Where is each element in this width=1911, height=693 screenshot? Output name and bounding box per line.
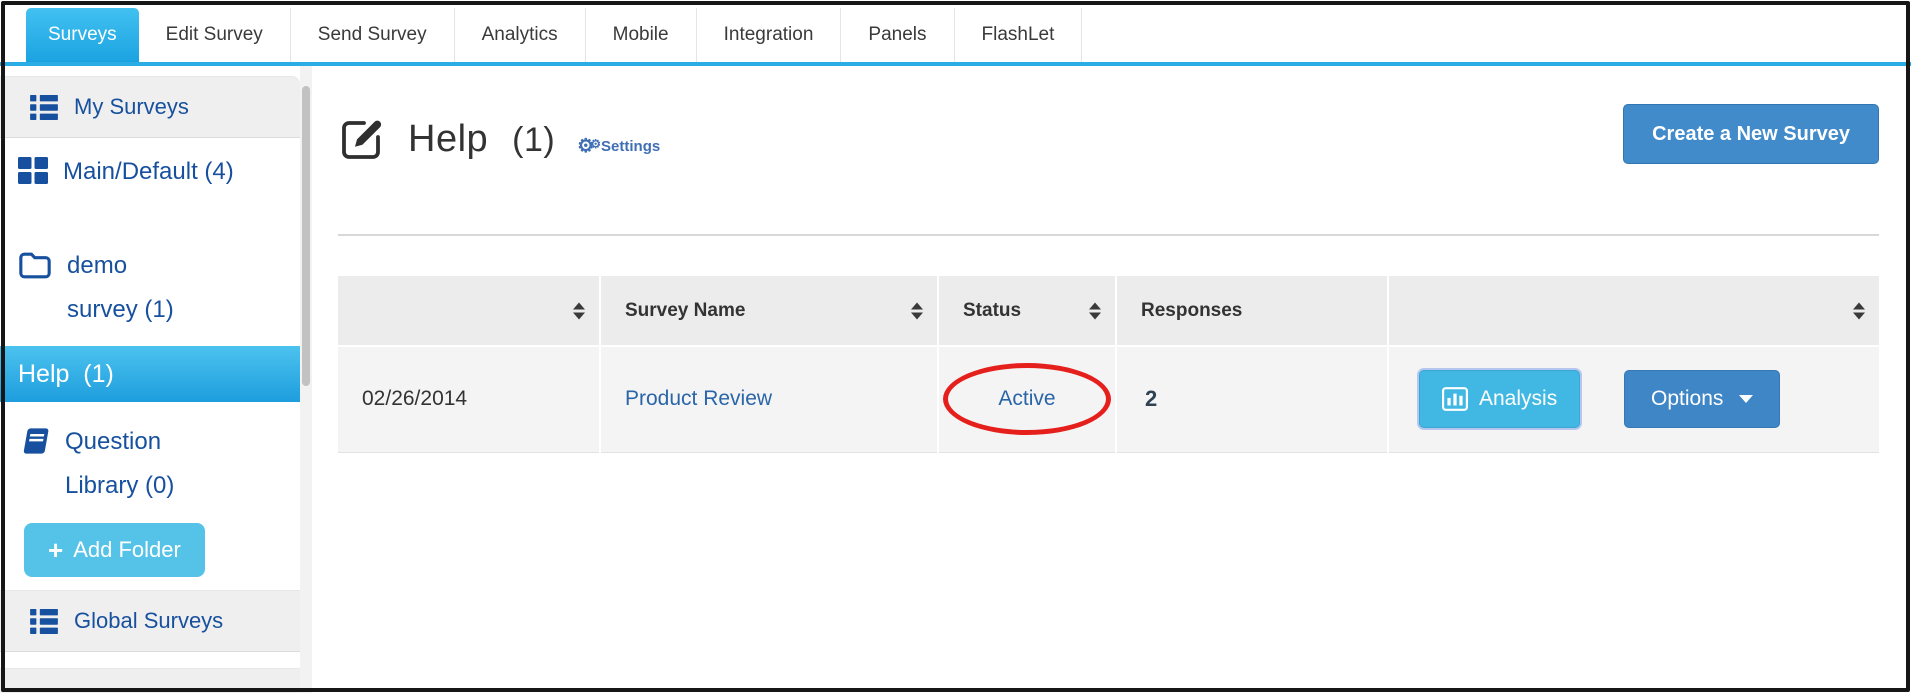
sidebar-item-global-surveys[interactable]: Global Surveys [0,590,300,652]
sort-arrows-icon[interactable] [1089,302,1101,319]
column-header-responses[interactable]: Responses [1115,276,1388,346]
list-icon [30,94,58,120]
column-header-survey-name[interactable]: Survey Name [599,276,938,346]
sidebar-item-label: My Surveys [74,94,189,119]
grid-icon [18,157,48,184]
column-header-label: Responses [1141,299,1243,321]
settings-link[interactable]: Settings [577,137,660,156]
sidebar-item-label: Question Library (0) [65,428,175,499]
tab-edit-survey[interactable]: Edit Survey [139,8,291,62]
sidebar-item-demo-survey[interactable]: demo survey (1) [0,244,300,332]
tab-panels[interactable]: Panels [841,8,955,62]
sort-arrows-icon[interactable] [573,302,585,319]
sidebar-item-my-surveys[interactable]: My Surveys [0,76,300,138]
page-title-count: (1) [512,120,556,159]
column-header-status[interactable]: Status [937,276,1116,346]
book-icon [23,428,49,454]
tab-send-survey[interactable]: Send Survey [291,8,455,62]
column-header-label: Status [963,299,1022,321]
edit-icon [342,120,382,159]
surveys-table: Survey Name Status Responses 02/26/2014 … [338,276,1879,453]
actions-cell: Analysis Options [1387,345,1879,453]
survey-name-link[interactable]: Product Review [625,387,772,410]
column-header-actions[interactable] [1387,276,1879,346]
top-navigation: Surveys Edit Survey Send Survey Analytic… [0,0,1911,62]
create-new-survey-button[interactable]: Create a New Survey [1623,104,1879,164]
status-link[interactable]: Active [998,387,1055,410]
options-label: Options [1651,387,1724,411]
bar-chart-icon [1442,387,1468,412]
sidebar-item-label: demo survey (1) [67,252,174,323]
sidebar-item-label: Help (1) [18,359,114,388]
tab-integration[interactable]: Integration [697,8,842,62]
tab-analytics[interactable]: Analytics [455,8,586,62]
sidebar-item-main-default[interactable]: Main/Default (4) [0,150,300,194]
survey-date-cell: 02/26/2014 [338,345,600,453]
table-header-row: Survey Name Status Responses [338,276,1879,346]
plus-icon [48,535,73,566]
list-icon [30,608,58,634]
add-folder-label: Add Folder [73,537,181,562]
scrollbar-thumb[interactable] [302,86,310,386]
add-folder-button[interactable]: Add Folder [24,523,205,577]
sidebar-partial-section [0,668,300,693]
page-title: Help (1) [408,117,556,160]
table-row: 02/26/2014 Product Review Active 2 Analy… [338,345,1879,453]
sort-arrows-icon[interactable] [1853,302,1865,319]
tab-surveys[interactable]: Surveys [26,8,139,62]
sidebar-item-help-selected[interactable]: Help (1) [0,346,300,402]
survey-status-cell: Active [937,345,1116,453]
settings-label: Settings [601,137,661,155]
tab-flashlet[interactable]: FlashLet [955,8,1083,62]
sidebar-item-question-library[interactable]: Question Library (0) [0,420,300,508]
sidebar-item-label: Main/Default (4) [63,158,234,185]
survey-name-cell: Product Review [599,345,938,453]
sidebar-item-label: Global Surveys [74,608,224,633]
tab-mobile[interactable]: Mobile [586,8,697,62]
options-dropdown-button[interactable]: Options [1624,370,1781,429]
nav-tabs: Surveys Edit Survey Send Survey Analytic… [26,8,1911,62]
sidebar: My Surveys Main/Default (4) demo survey … [0,66,300,693]
chevron-down-icon [1739,395,1754,404]
analysis-label: Analysis [1479,387,1558,411]
folder-icon [19,252,51,279]
main-panel: Help(1) Settings Create a New Survey [312,66,1911,693]
responses-count-cell: 2 [1115,345,1388,453]
analysis-button[interactable]: Analysis [1419,370,1581,429]
divider [338,234,1879,236]
column-header-label: Survey Name [625,299,746,321]
sidebar-scrollbar-track[interactable] [300,66,312,693]
column-header-date[interactable] [338,276,600,346]
gear-icon [577,137,601,156]
sort-arrows-icon[interactable] [911,302,923,319]
